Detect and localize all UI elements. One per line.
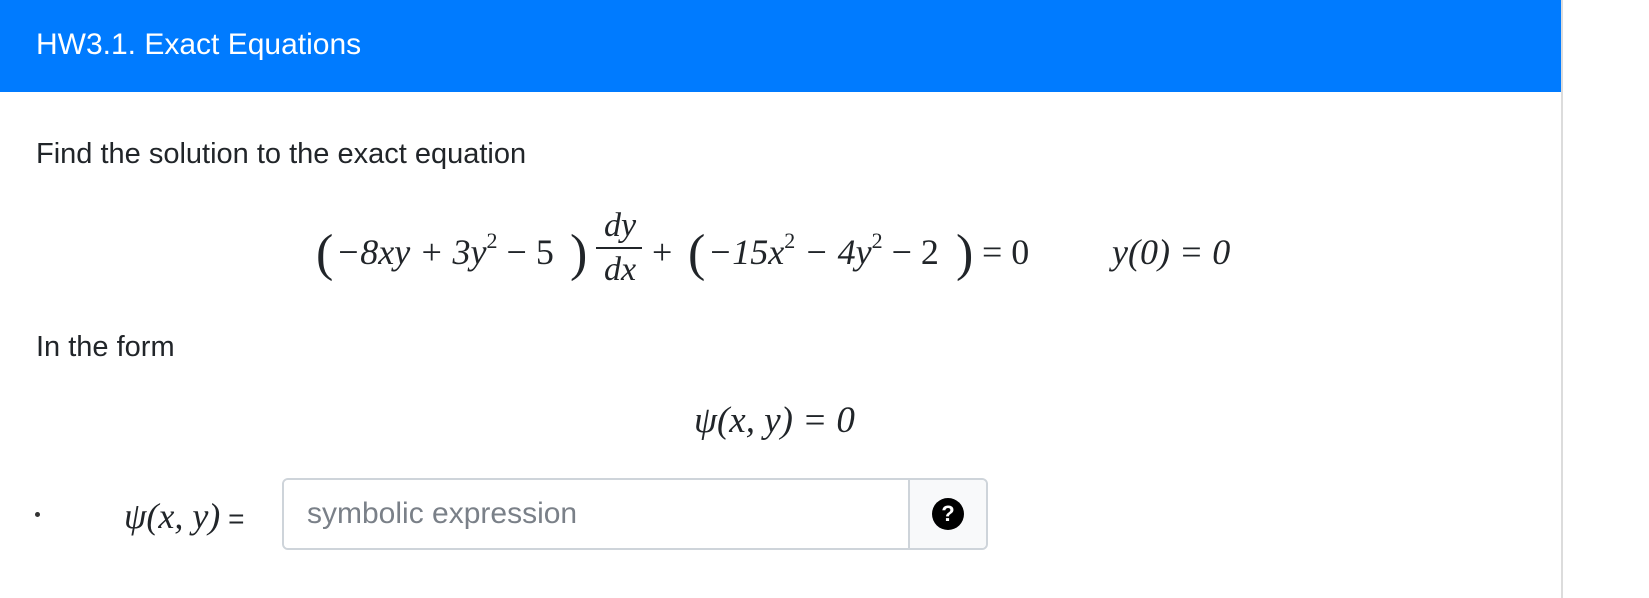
paren-close-1: ) [570,225,588,282]
term1-text: −8xy + 3y [336,232,487,272]
term2-exponent-2: 2 [871,228,883,253]
plus-sign: + [652,232,673,272]
fraction-numerator: dy [603,207,637,244]
symbolic-expression-input[interactable] [284,480,910,548]
term1-tail: − 5 [497,232,554,272]
question-card: HW3.1. Exact Equations Find the solution… [0,0,1563,598]
answer-bullet [35,512,40,517]
initial-condition: y(0) = 0 [1112,232,1231,272]
form-equation-text: ψ(x, y) = 0 [694,400,855,441]
form-text: In the form [36,331,175,363]
fraction-denominator: dx [603,251,637,288]
paren-close-2: ) [956,225,974,282]
equation-term1: −8xy + 3y2 − 5 [336,230,554,273]
term2-exponent-1: 2 [784,228,796,253]
question-circle-icon: ? [932,498,964,530]
fraction-bar [596,247,642,249]
question-title: HW3.1. Exact Equations [36,28,362,61]
equals-zero: = 0 [982,232,1030,272]
paren-open-1: ( [316,225,334,282]
term2-tail: − 2 [882,232,939,272]
term2-mid: − 4y [795,232,872,272]
form-equation: ψ(x, y) = 0 [694,400,855,442]
term2-text: −15x [708,232,785,272]
paren-open-2: ( [688,225,706,282]
answer-label: ψ(x, y) = [124,496,244,539]
answer-input-group: ? [282,478,988,550]
intro-text: Find the solution to the exact equation [36,138,527,170]
equation-term2: −15x2 − 4y2 − 2 [708,230,939,273]
help-button[interactable]: ? [910,480,986,548]
card-header: HW3.1. Exact Equations [0,0,1561,92]
answer-label-text: ψ(x, y) [124,496,221,536]
exact-equation: ( −8xy + 3y2 − 5 ) dy dx + ( −15x2 − 4y2… [316,206,1256,296]
term1-exponent: 2 [486,228,498,253]
answer-equals-sign: = [220,503,245,534]
